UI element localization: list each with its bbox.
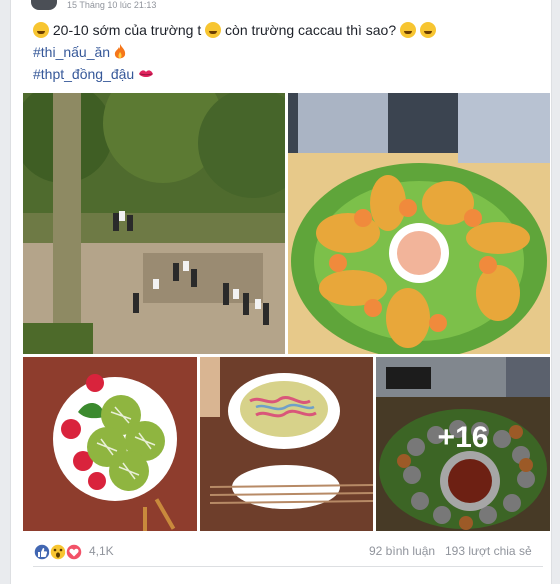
emoji-laugh-icon [400, 22, 417, 38]
photo-dish-pancakes[interactable] [288, 93, 550, 354]
post-header: 15 Tháng 10 lúc 21:13 [31, 0, 231, 10]
post-card: 15 Tháng 10 lúc 21:13 20-10 sớm của trườ… [10, 0, 552, 584]
fire-icon [114, 44, 126, 59]
more-photos-count[interactable]: +16 [376, 421, 550, 455]
photo-school-yard[interactable] [23, 93, 285, 354]
reaction-count[interactable]: 4,1K [89, 544, 114, 558]
comment-count-link[interactable]: 92 bình luận [369, 544, 435, 558]
photo-dish-noodles[interactable] [200, 357, 373, 531]
hashtag-link[interactable]: #thpt_đồng_đậu [33, 66, 134, 82]
wow-reaction-icon [49, 543, 67, 561]
emoji-rofl-icon [33, 22, 49, 38]
emoji-wink-icon [205, 22, 222, 38]
post-text-part2: còn trường caccau thì sao? [225, 22, 397, 38]
photo-more[interactable]: +16 [376, 357, 550, 531]
avatar[interactable] [31, 0, 57, 10]
emoji-rofl-icon [419, 22, 436, 38]
footer-divider [33, 566, 543, 567]
photo-dish-green-cakes[interactable] [23, 357, 197, 531]
share-count-link[interactable]: 193 lượt chia sẻ [445, 544, 532, 558]
post-text: 20-10 sớm của trường t còn trường caccau… [33, 20, 543, 86]
post-text-part1: 20-10 sớm của trường t [52, 22, 202, 38]
kiss-icon [139, 70, 154, 77]
post-footer: 4,1K 92 bình luận 193 lượt chia sẻ [33, 540, 543, 562]
reactions-icons[interactable] [33, 543, 87, 561]
love-reaction-icon [65, 543, 83, 561]
like-reaction-icon [33, 543, 51, 561]
post-timestamp[interactable]: 15 Tháng 10 lúc 21:13 [67, 0, 156, 10]
hashtag-link[interactable]: #thi_nấu_ăn [33, 44, 110, 60]
